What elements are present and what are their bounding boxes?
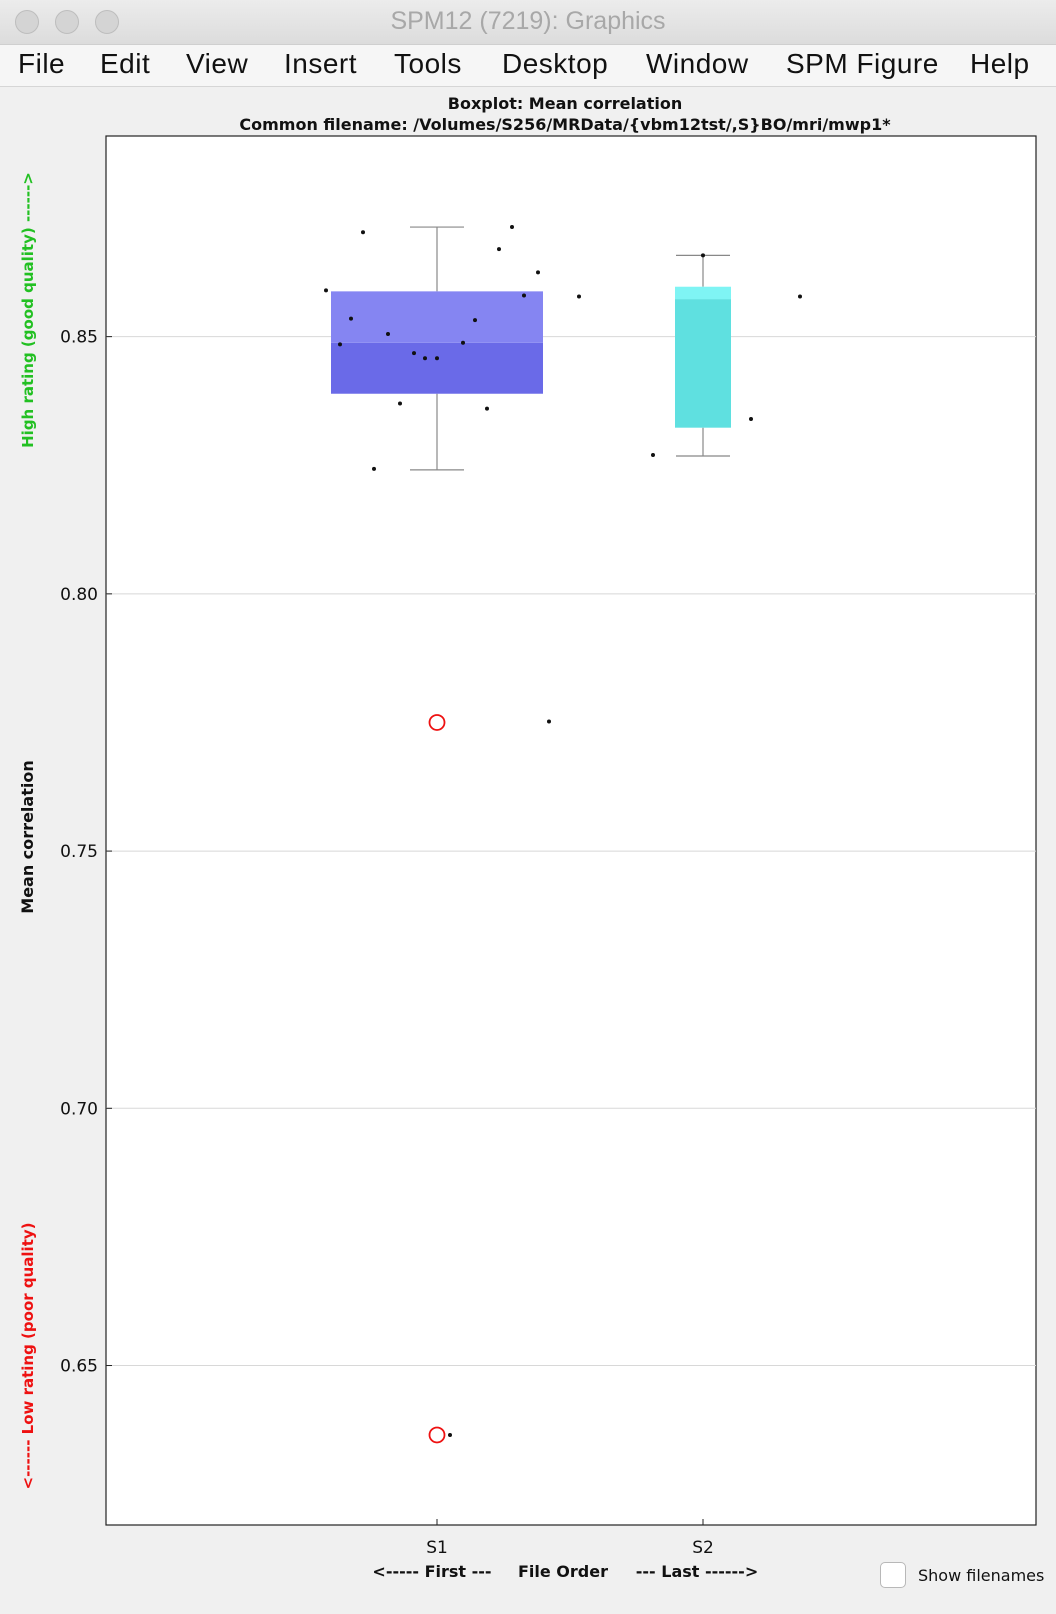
menu-view[interactable]: View <box>186 48 248 80</box>
chart-subtitle: Common filename: /Volumes/S256/MRData/{v… <box>239 115 891 134</box>
y-tick-labels: 0.65 0.70 0.75 0.80 0.85 <box>60 328 98 1377</box>
data-point <box>423 356 427 361</box>
data-point <box>522 293 526 298</box>
title-bar: SPM12 (7219): Graphics <box>0 0 1056 45</box>
first-label: <----- First --- <box>372 1562 491 1581</box>
y-tick-label: 0.80 <box>60 585 98 605</box>
poor-quality-label: <------ Low rating (poor quality) <box>19 1222 37 1489</box>
menu-desktop[interactable]: Desktop <box>502 48 608 80</box>
data-point <box>386 332 390 337</box>
menu-help[interactable]: Help <box>970 48 1030 80</box>
data-point <box>510 225 514 230</box>
data-point <box>412 351 416 356</box>
data-point <box>372 466 376 471</box>
data-point <box>536 270 540 275</box>
data-point <box>349 316 353 321</box>
box-upper <box>675 286 731 300</box>
data-point <box>651 452 655 457</box>
x-tick-label: S2 <box>692 1538 714 1558</box>
menu-bar: File Edit View Insert Tools Desktop Wind… <box>0 45 1056 87</box>
data-point <box>473 318 477 323</box>
show-filenames-label: Show filenames <box>918 1565 1045 1585</box>
y-tick-label: 0.70 <box>60 1099 98 1119</box>
show-filenames-control[interactable]: Show filenames <box>880 1562 1044 1588</box>
plot-area <box>105 135 1037 1526</box>
menu-window[interactable]: Window <box>646 48 749 80</box>
data-point <box>701 253 705 258</box>
menu-edit[interactable]: Edit <box>100 48 150 80</box>
show-filenames-checkbox[interactable] <box>880 1562 906 1588</box>
x-tick-label: S1 <box>426 1538 448 1558</box>
y-axis-label: Mean correlation <box>18 760 37 913</box>
box-lower <box>331 342 543 394</box>
box-upper <box>331 291 543 343</box>
data-point <box>448 1432 452 1437</box>
data-point <box>361 230 365 235</box>
data-point <box>798 294 802 299</box>
data-point <box>547 719 551 724</box>
y-tick-label: 0.65 <box>60 1357 98 1377</box>
data-point <box>324 288 328 293</box>
data-point <box>461 340 465 345</box>
data-point <box>749 416 753 421</box>
window-title: SPM12 (7219): Graphics <box>390 7 666 35</box>
data-point <box>497 247 501 252</box>
last-label: --- Last ------> <box>636 1562 758 1581</box>
menu-spm-figure[interactable]: SPM Figure <box>786 48 939 80</box>
box-lower <box>675 299 731 428</box>
boxplot-chart: Boxplot: Mean correlation Common filenam… <box>18 94 1037 1581</box>
good-quality-label: High rating (good quality) ------> <box>19 172 37 448</box>
menu-insert[interactable]: Insert <box>284 48 357 80</box>
y-tick-label: 0.85 <box>60 328 98 348</box>
data-point <box>338 342 342 347</box>
data-point <box>577 294 581 299</box>
data-point <box>398 401 402 406</box>
data-point <box>485 406 489 411</box>
chart-title: Boxplot: Mean correlation <box>448 94 683 113</box>
file-order-label: File Order <box>518 1562 608 1581</box>
menu-file[interactable]: File <box>18 48 65 80</box>
menu-tools[interactable]: Tools <box>394 48 462 80</box>
figure-area: Boxplot: Mean correlation Common filenam… <box>0 87 1056 1610</box>
y-tick-label: 0.75 <box>60 842 98 862</box>
data-point <box>435 356 439 361</box>
